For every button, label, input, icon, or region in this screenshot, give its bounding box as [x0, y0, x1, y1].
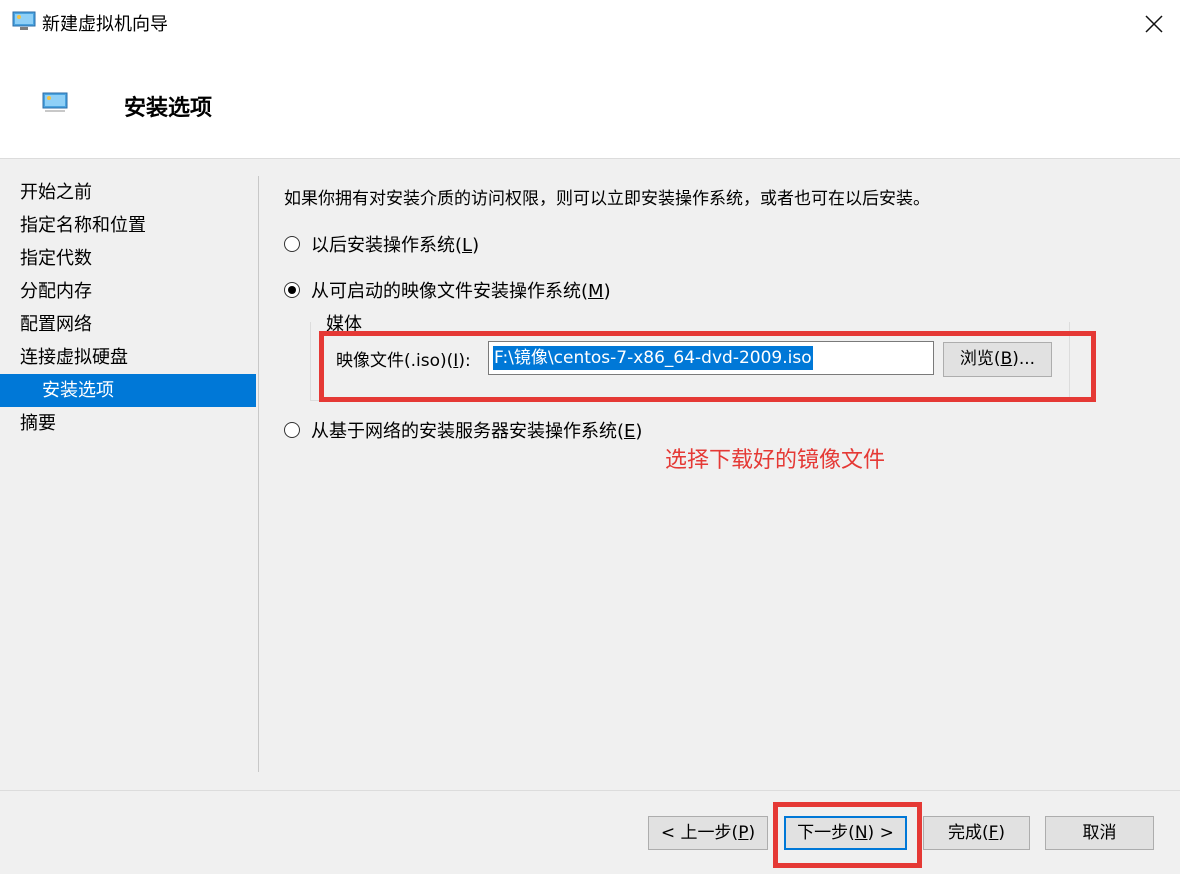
browse-button[interactable]: 浏览(B)...: [943, 342, 1052, 377]
wizard-steps: 开始之前 指定名称和位置 指定代数 分配内存 配置网络 连接虚拟硬盘 安装选项 …: [0, 176, 256, 440]
vm-wizard-icon: [12, 11, 36, 30]
step-item-generation[interactable]: 指定代数: [0, 242, 256, 275]
step-item-network[interactable]: 配置网络: [0, 308, 256, 341]
close-icon: [1145, 15, 1163, 33]
option-install-later-label: 以后安装操作系统(L): [311, 235, 480, 256]
option-install-from-network-label: 从基于网络的安装服务器安装操作系统(E): [311, 421, 643, 442]
annotation-text: 选择下载好的镜像文件: [665, 448, 886, 473]
option-install-from-image[interactable]: 从可启动的映像文件安装操作系统(M): [284, 277, 611, 303]
step-item-before-you-begin[interactable]: 开始之前: [0, 176, 256, 209]
footer-divider: [0, 790, 1180, 791]
intro-text: 如果你拥有对安装介质的访问权限，则可以立即安装操作系统，或者也可在以后安装。: [284, 189, 930, 209]
iso-path-input[interactable]: F:\镜像\centos-7-x86_64-dvd-2009.iso: [488, 341, 934, 375]
step-item-install-options[interactable]: 安装选项: [0, 374, 256, 407]
vm-wizard-icon: [42, 92, 68, 112]
sidebar-divider: [258, 176, 259, 772]
cancel-button[interactable]: 取消: [1045, 816, 1154, 850]
page-title: 安装选项: [124, 96, 213, 121]
finish-button[interactable]: 完成(F): [923, 816, 1030, 850]
step-item-memory[interactable]: 分配内存: [0, 275, 256, 308]
window-title: 新建虚拟机向导: [42, 14, 168, 35]
previous-button[interactable]: < 上一步(P): [648, 816, 768, 850]
radio-install-later[interactable]: [284, 236, 300, 252]
step-item-summary[interactable]: 摘要: [0, 407, 256, 440]
option-install-from-network[interactable]: 从基于网络的安装服务器安装操作系统(E): [284, 417, 642, 443]
option-install-later[interactable]: 以后安装操作系统(L): [284, 231, 479, 257]
iso-file-label: 映像文件(.iso)(I):: [336, 351, 471, 371]
next-button[interactable]: 下一步(N) >: [784, 816, 907, 850]
wizard-header: 安装选项: [0, 46, 1180, 159]
title-bar: 新建虚拟机向导: [0, 0, 1180, 46]
radio-install-from-image[interactable]: [284, 282, 300, 298]
radio-install-from-network[interactable]: [284, 422, 300, 438]
step-item-virtual-disk[interactable]: 连接虚拟硬盘: [0, 341, 256, 374]
option-install-from-image-label: 从可启动的映像文件安装操作系统(M): [311, 281, 611, 302]
iso-path-value: F:\镜像\centos-7-x86_64-dvd-2009.iso: [493, 346, 813, 370]
close-button[interactable]: [1134, 4, 1174, 44]
step-item-name-location[interactable]: 指定名称和位置: [0, 209, 256, 242]
media-group-label: 媒体: [324, 310, 364, 336]
